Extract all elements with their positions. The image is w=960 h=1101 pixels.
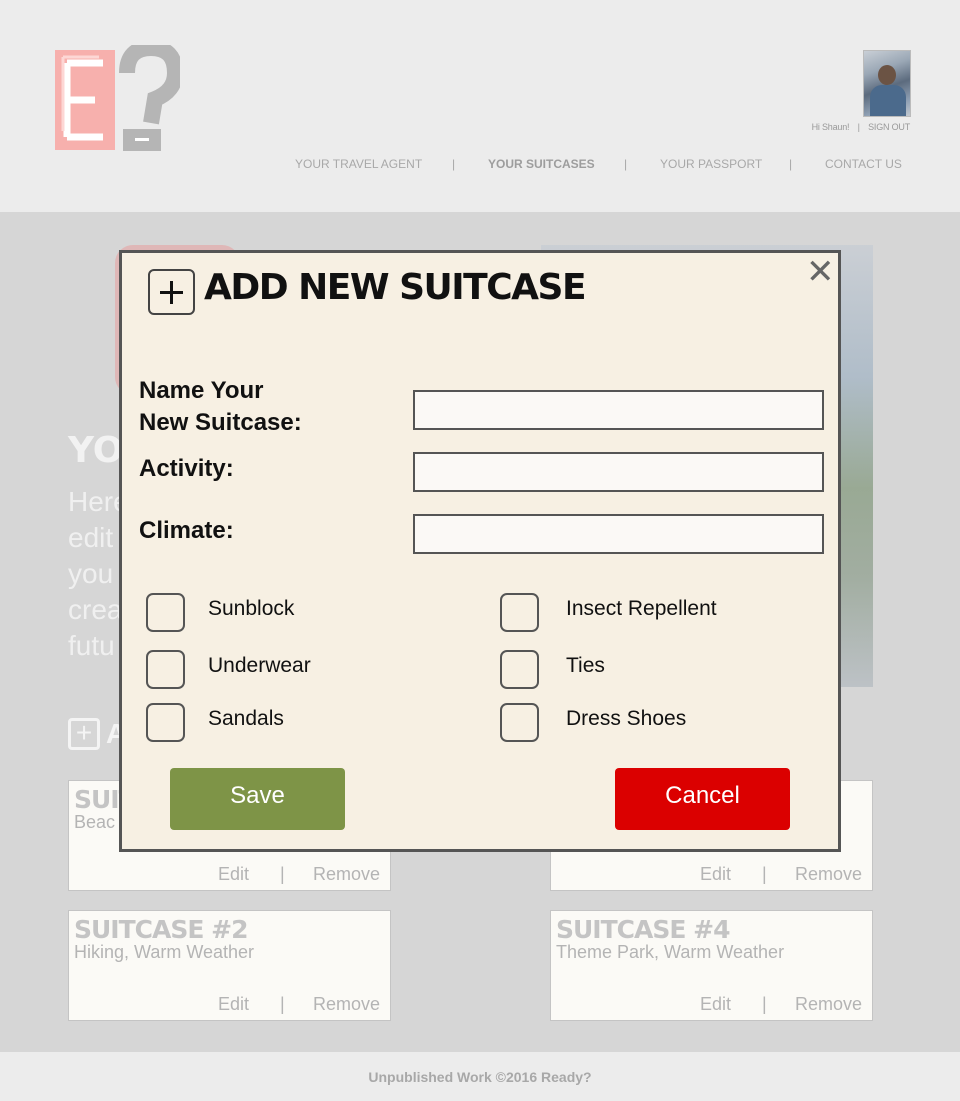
underwear-label: Underwear <box>208 654 311 677</box>
dialog-title: ADD NEW SUITCASE <box>204 267 587 308</box>
suitcase-title: SUITCASE #2 <box>74 915 248 944</box>
signout-link[interactable]: SIGN OUT <box>868 122 910 132</box>
activity-label: Activity: <box>139 455 234 482</box>
nav-suitcases[interactable]: YOUR SUITCASES <box>488 157 595 171</box>
avatar[interactable] <box>863 50 911 117</box>
link-separator: | <box>280 864 285 884</box>
suitcase-desc: Beac <box>74 812 116 832</box>
edit-link[interactable]: Edit <box>700 994 731 1015</box>
remove-link[interactable]: Remove <box>795 864 862 885</box>
nav-separator: | <box>624 157 628 171</box>
nav-contact[interactable]: CONTACT US <box>825 157 902 171</box>
suitcase-name-label: Name Your New Suitcase: <box>139 377 302 436</box>
nav-travel-agent[interactable]: YOUR TRAVEL AGENT <box>295 157 422 171</box>
suitcase-title: SUITCASE #4 <box>556 915 730 944</box>
suitcase-name-input[interactable] <box>413 390 824 430</box>
user-separator: | <box>857 122 860 132</box>
dress-shoes-label: Dress Shoes <box>566 707 687 730</box>
header: Hi Shaun! | SIGN OUT YOUR TRAVEL AGENT |… <box>0 0 960 212</box>
edit-link[interactable]: Edit <box>218 864 249 885</box>
sunblock-checkbox[interactable] <box>146 593 185 632</box>
climate-label: Climate: <box>139 517 234 544</box>
ties-checkbox[interactable] <box>500 650 539 689</box>
sandals-checkbox[interactable] <box>146 703 185 742</box>
underwear-checkbox[interactable] <box>146 650 185 689</box>
save-button[interactable]: Save <box>170 768 345 830</box>
nav-passport[interactable]: YOUR PASSPORT <box>660 157 762 171</box>
insect-repellent-checkbox[interactable] <box>500 593 539 632</box>
link-separator: | <box>762 994 767 1014</box>
nav-separator: | <box>789 157 793 171</box>
link-separator: | <box>280 994 285 1014</box>
footer-text: Unpublished Work ©2016 Ready? <box>368 1069 592 1085</box>
footer: Unpublished Work ©2016 Ready? <box>0 1052 960 1101</box>
sunblock-label: Sunblock <box>208 597 295 620</box>
ties-label: Ties <box>566 654 605 677</box>
insect-repellent-label: Insect Repellent <box>566 597 717 620</box>
remove-link[interactable]: Remove <box>313 994 380 1015</box>
user-greeting: Hi Shaun! <box>811 122 850 132</box>
dress-shoes-checkbox[interactable] <box>500 703 539 742</box>
add-suitcase-dialog: ADD NEW SUITCASE ✕ Name Your New Suitcas… <box>119 250 841 852</box>
suitcase-card: SUITCASE #2 Hiking, Warm Weather Edit | … <box>68 910 391 1021</box>
suitcase-card: SUITCASE #4 Theme Park, Warm Weather Edi… <box>550 910 873 1021</box>
close-icon[interactable]: ✕ <box>806 255 835 289</box>
cancel-button[interactable]: Cancel <box>615 768 790 830</box>
logo[interactable] <box>55 45 180 153</box>
climate-input[interactable] <box>413 514 824 554</box>
suitcase-desc: Hiking, Warm Weather <box>74 942 255 962</box>
edit-link[interactable]: Edit <box>218 994 249 1015</box>
suitcase-desc: Theme Park, Warm Weather <box>556 942 785 962</box>
edit-link[interactable]: Edit <box>700 864 731 885</box>
activity-input[interactable] <box>413 452 824 492</box>
main-nav: YOUR TRAVEL AGENT | YOUR SUITCASES | YOU… <box>0 157 960 173</box>
plus-icon <box>148 269 195 315</box>
link-separator: | <box>762 864 767 884</box>
plus-icon[interactable]: + <box>68 718 100 750</box>
sandals-label: Sandals <box>208 707 284 730</box>
background-heading: YO <box>68 430 124 471</box>
remove-link[interactable]: Remove <box>795 994 862 1015</box>
nav-separator: | <box>452 157 456 171</box>
user-line: Hi Shaun! | SIGN OUT <box>806 122 911 132</box>
remove-link[interactable]: Remove <box>313 864 380 885</box>
